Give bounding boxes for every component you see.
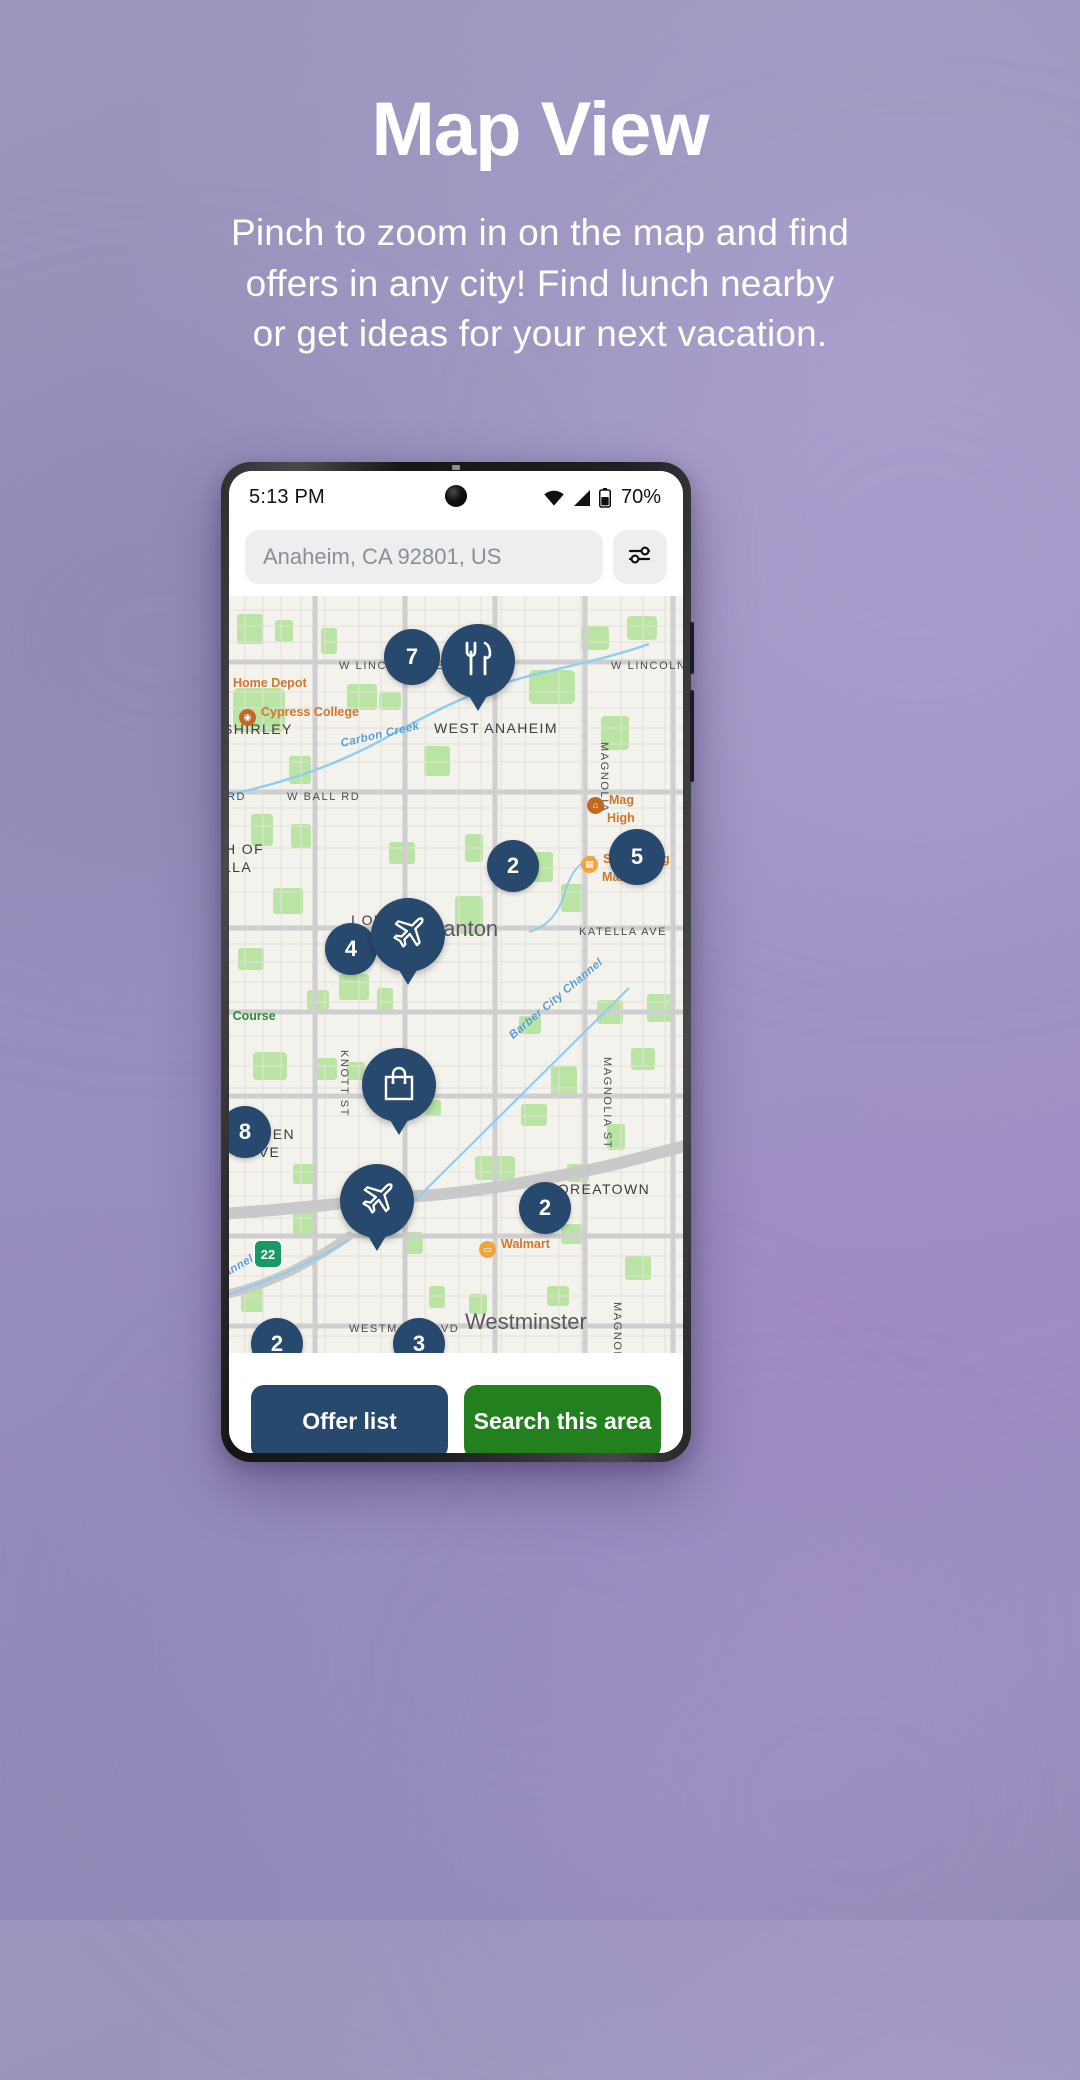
map-poi-magnolia-high-line2: High [607,811,635,825]
filter-sliders-icon [627,543,653,572]
map-poi-label: Mag [609,793,634,807]
map-label-road: KATELLA AVE [579,926,668,938]
map-poi-cypress-college: ◉ Cypress College [239,705,359,726]
map-label-city: tanton [437,916,499,941]
school-icon: ◉ [239,709,256,726]
map-pin-restaurant[interactable] [441,624,515,711]
map-pin-travel[interactable] [371,898,445,985]
page-title: Map View [371,87,710,172]
map-poi-label: Cypress College [261,705,359,719]
map-label-road: RD [229,791,247,803]
map-label-road-vertical: KNOTT ST [338,1050,350,1117]
map-pin-travel[interactable] [340,1164,414,1251]
search-this-area-button[interactable]: Search this area [464,1384,661,1453]
wifi-icon [543,489,565,507]
shopping-bag-icon [382,1064,416,1107]
map-label-road: W LINCOLN [611,660,683,672]
map-canvas[interactable]: W LINCOLN AVE W LINCOLN W BALL RD RD KAT… [229,596,683,1353]
offer-list-button[interactable]: Offer list [251,1384,448,1453]
cellular-signal-icon [573,489,591,507]
map-label-water: Barber City Channel [507,956,606,1042]
status-clock: 5:13 PM [249,486,325,508]
filter-button[interactable] [613,530,667,584]
subtitle-line-3: or get ideas for your next vacation. [252,313,828,355]
phone-mockup: 5:13 PM 70% Anaheim, CA 92801, US W W LI… [221,462,694,1462]
map-poi-label: Walmart [501,1237,550,1251]
restaurant-icon [461,640,495,683]
status-icons: 70% [543,486,661,509]
map-pin-shopping[interactable] [362,1048,436,1135]
map-label-neighborhood: LLA [229,859,253,875]
map-poi-walmart: ▭ Walmart [479,1237,550,1258]
battery-percent: 70% [620,486,661,508]
map-cluster-marker[interactable]: 2 [487,840,539,892]
map-label-city: Westminster [465,1309,587,1334]
search-row: Anaheim, CA 92801, US [229,524,683,596]
front-camera-punch-hole [445,485,467,507]
map-cluster-marker[interactable]: 7 [384,629,440,685]
map-label-road: W BALL RD [287,791,361,803]
promo-header: Map View Pinch to zoom in on the map and… [0,0,1080,360]
page-subtitle: Pinch to zoom in on the map and find off… [140,208,940,360]
map-cluster-marker[interactable]: 2 [519,1182,571,1234]
map-poi-label: Home Depot [233,676,307,690]
location-search-input[interactable]: Anaheim, CA 92801, US [245,530,603,584]
map-label-road-vertical: MAGNOLIA ST [601,1057,613,1150]
status-bar: 5:13 PM 70% [229,471,683,524]
subtitle-line-2: offers in any city! Find lunch nearby [245,262,835,304]
highway-shield-label: 22 [253,1239,283,1269]
store-icon: ▦ [581,856,598,873]
highway-shield-22: 22 [253,1239,283,1269]
map-label-water: annel [229,1252,256,1280]
phone-sensor-speck [452,465,460,470]
airplane-icon [358,1180,396,1223]
map-cluster-marker[interactable]: 4 [325,923,377,975]
map-label-road: WESTM [349,1323,398,1335]
phone-power-button [690,690,694,782]
map-label-neighborhood: WEST ANAHEIM [434,720,558,736]
map-action-bar: Offer list Search this area [229,1353,683,1453]
map-label-road-vertical: MAGNOL [611,1302,623,1353]
airplane-icon [389,914,427,957]
battery-icon [598,487,611,508]
map-poi-home-depot: Home Depot [233,676,307,690]
subtitle-line-1: Pinch to zoom in on the map and find [230,212,850,253]
map-cluster-marker[interactable]: 5 [609,829,665,885]
phone-screen: 5:13 PM 70% Anaheim, CA 92801, US W W LI… [229,471,683,1453]
location-search-placeholder: Anaheim, CA 92801, US [263,544,502,569]
background-blotch [180,1380,880,1940]
school-icon: ⌂ [587,796,604,814]
phone-volume-button [690,622,694,674]
background-blotch [540,1520,1080,2080]
map-label-neighborhood: H OF [229,841,265,857]
map-label-park: f Course [229,1009,276,1023]
map-labels: W LINCOLN AVE W LINCOLN W BALL RD RD KAT… [229,596,683,1353]
store-icon: ▭ [479,1241,496,1258]
